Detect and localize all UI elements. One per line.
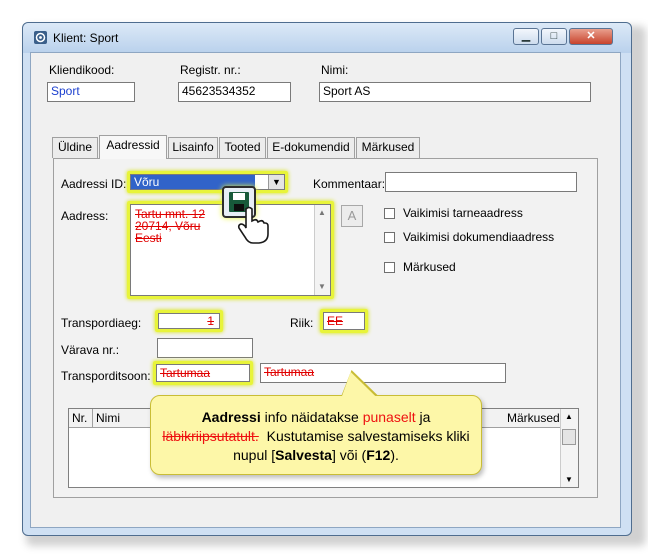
callout-text-1: info näidatakse (260, 409, 363, 425)
address-line-3: Eesti (135, 231, 162, 245)
scroll-up-icon[interactable]: ▲ (565, 412, 573, 421)
transport-time-value: 1 (207, 314, 214, 328)
callout-strike-word: läbikriipsutatult. (162, 428, 259, 444)
comment-field[interactable] (385, 172, 577, 192)
maximize-button[interactable]: □ (541, 28, 567, 45)
notes-checkbox[interactable] (384, 262, 395, 273)
hand-cursor-icon (236, 206, 270, 247)
callout-bold-address: Aadressi (201, 409, 261, 425)
name-field[interactable]: Sport AS (319, 82, 591, 102)
scroll-thumb[interactable] (562, 429, 576, 445)
callout-tail-fill (336, 372, 378, 398)
column-header-nimi[interactable]: Nimi (96, 411, 120, 425)
callout-text-5: ). (390, 447, 399, 463)
table-scrollbar[interactable]: ▲ ▼ (560, 409, 578, 487)
transport-zone-name-value: Tartumaa (264, 365, 315, 379)
country-field[interactable]: EE (323, 312, 365, 330)
client-code-field[interactable]: Sport (47, 82, 135, 102)
tab-lisainfo[interactable]: Lisainfo (168, 137, 218, 158)
window-title: Klient: Sport (53, 31, 119, 45)
address-id-select[interactable]: Võru ▼ (130, 174, 285, 190)
callout-red-word: punaselt (362, 409, 416, 425)
name-label: Nimi: (321, 63, 349, 77)
app-icon (33, 30, 48, 45)
tab-aadressid[interactable]: Aadressid (99, 135, 167, 159)
scroll-up-icon[interactable]: ▲ (318, 207, 326, 219)
column-header-nr[interactable]: Nr. (72, 411, 87, 425)
tab-e-dokumendid[interactable]: E-dokumendid (267, 137, 355, 158)
address-label: Aadress: (61, 209, 109, 223)
scroll-down-icon[interactable]: ▼ (565, 475, 573, 484)
address-line-2: 20714, Võru (135, 219, 201, 233)
close-button[interactable]: ✕ (569, 28, 613, 45)
transport-zone-value: Tartumaa (160, 366, 211, 380)
default-delivery-checkbox[interactable] (384, 208, 395, 219)
column-divider (92, 409, 93, 427)
callout-text-2: ja (415, 409, 431, 425)
a-button[interactable]: A (341, 205, 363, 227)
transport-time-label: Transpordiaeg: (61, 316, 142, 330)
transport-zone-name-field: Tartumaa (260, 363, 506, 383)
client-code-label: Kliendikood: (49, 63, 115, 77)
tab-tooted[interactable]: Tooted (219, 137, 266, 158)
address-id-label: Aadressi ID: (61, 177, 127, 191)
gate-field[interactable] (157, 338, 253, 358)
default-delivery-label: Vaikimisi tarneaadress (403, 206, 523, 220)
callout-bold-save: Salvesta (275, 447, 332, 463)
callout-bold-f12: F12 (366, 447, 391, 463)
chevron-down-icon[interactable]: ▼ (268, 175, 284, 189)
transport-zone-label: Transporditsoon: (61, 369, 151, 383)
default-document-label: Vaikimisi dokumendiaadress (403, 230, 555, 244)
comment-label: Kommentaar: (313, 177, 386, 191)
tab-markused[interactable]: Märkused (356, 137, 420, 158)
minimize-button[interactable]: ▁ (513, 28, 539, 45)
tab-uldine[interactable]: Üldine (52, 137, 98, 158)
country-value: EE (327, 314, 344, 328)
country-label: Riik: (290, 316, 314, 330)
title-bar[interactable]: Klient: Sport ▁ □ ✕ (23, 23, 631, 53)
reg-nr-field[interactable]: 45623534352 (178, 82, 291, 102)
address-scrollbar[interactable]: ▲ ▼ (314, 205, 330, 295)
transport-time-field[interactable]: 1 (158, 313, 220, 329)
transport-zone-field[interactable]: Tartumaa (156, 364, 250, 382)
callout-text-4: ] või ( (331, 447, 367, 463)
notes-label: Märkused (403, 260, 456, 274)
info-callout: Aadressi info näidatakse punaselt ja läb… (150, 395, 482, 475)
default-document-checkbox[interactable] (384, 232, 395, 243)
reg-nr-label: Registr. nr.: (180, 63, 241, 77)
gate-label: Värava nr.: (61, 343, 120, 357)
column-header-markused[interactable]: Märkused (507, 411, 560, 425)
scroll-down-icon[interactable]: ▼ (318, 281, 326, 293)
